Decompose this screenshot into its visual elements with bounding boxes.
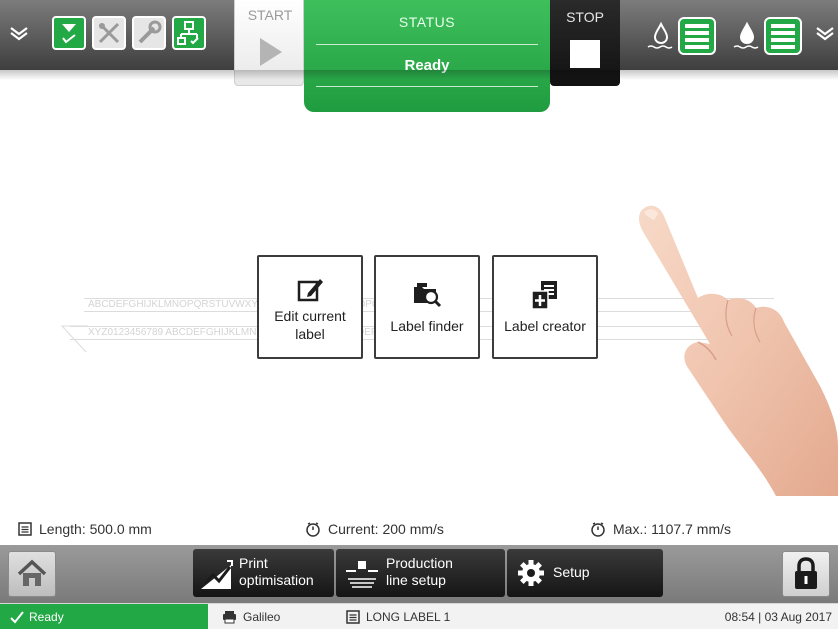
printer-name-text: Galileo bbox=[243, 610, 281, 624]
lock-icon bbox=[795, 557, 817, 589]
printer-icon bbox=[223, 611, 236, 624]
lock-button[interactable] bbox=[782, 551, 830, 597]
edit-current-label-text: Edit current label bbox=[274, 308, 346, 342]
current-label-text: LONG LABEL 1 bbox=[366, 610, 451, 624]
expand-left-chevron-icon[interactable] bbox=[8, 22, 30, 44]
stop-label: STOP bbox=[566, 9, 604, 25]
edit-icon bbox=[259, 275, 361, 303]
label-length-info: Length: 500.0 mm bbox=[18, 518, 152, 540]
jet-status-icon[interactable] bbox=[92, 16, 126, 50]
production-line-setup-button[interactable]: Production line setup bbox=[336, 549, 505, 597]
status-panel: STATUS Ready bbox=[304, 0, 550, 112]
current-speed-info: Current: 200 mm/s bbox=[305, 518, 444, 540]
status-title: STATUS bbox=[398, 14, 456, 30]
label-length-icon bbox=[18, 522, 32, 536]
stop-icon bbox=[570, 40, 600, 68]
status-divider bbox=[316, 86, 538, 87]
status-divider bbox=[316, 44, 538, 45]
edit-current-label-tile[interactable]: Edit current label bbox=[257, 255, 363, 359]
max-speed-text: Max.: 1107.7 mm/s bbox=[613, 521, 732, 537]
printer-home-screen: START STATUS Ready STOP ABCDEFGHIJKLMNOP… bbox=[0, 0, 838, 629]
label-preview-arrow-icon bbox=[60, 325, 88, 353]
ink-level-icon[interactable] bbox=[678, 17, 716, 55]
bottom-nav-bar: Print optimisation Production line setup S… bbox=[0, 545, 838, 603]
current-label-name: LONG LABEL 1 bbox=[346, 604, 450, 629]
service-status-icon[interactable] bbox=[132, 16, 166, 50]
home-button[interactable] bbox=[8, 551, 56, 597]
top-bar-shadow bbox=[0, 70, 838, 80]
label-finder-text: Label finder bbox=[390, 318, 464, 334]
datetime-text: 08:54 | 03 Aug 2017 bbox=[724, 610, 832, 624]
setup-button[interactable]: Setup bbox=[507, 549, 663, 597]
setup-label: Setup bbox=[553, 564, 590, 580]
expand-right-chevron-icon[interactable] bbox=[814, 22, 836, 44]
current-speed-text: Current: 200 mm/s bbox=[328, 521, 444, 537]
makeup-drop-icon bbox=[732, 18, 762, 52]
home-icon bbox=[17, 559, 47, 586]
stopwatch-icon bbox=[591, 522, 605, 537]
label-creator-text: Label creator bbox=[504, 318, 586, 334]
production-line-setup-label: Production line setup bbox=[386, 555, 453, 588]
label-icon bbox=[346, 610, 360, 624]
print-optimisation-label: Print optimisation bbox=[239, 555, 314, 588]
datetime: 08:54 | 03 Aug 2017 bbox=[725, 604, 832, 629]
print-optimisation-button[interactable]: Print optimisation bbox=[193, 549, 334, 597]
max-speed-info: Max.: 1107.7 mm/s bbox=[590, 518, 731, 540]
network-status-icon[interactable] bbox=[172, 16, 206, 50]
play-icon bbox=[260, 38, 282, 66]
ink-drop-icon bbox=[646, 18, 676, 52]
ready-status: Ready bbox=[0, 604, 208, 629]
top-bar: START STATUS Ready STOP bbox=[0, 0, 838, 112]
label-creator-tile[interactable]: Label creator bbox=[492, 255, 598, 359]
touch-hand-image bbox=[639, 205, 838, 496]
status-bar: Ready Galileo LONG LABEL 1 08:54 | 03 Au… bbox=[0, 603, 838, 629]
stopwatch-icon bbox=[306, 522, 320, 537]
label-add-icon bbox=[494, 279, 596, 311]
gear-icon bbox=[518, 560, 544, 586]
print-optimisation-icon bbox=[201, 560, 233, 589]
makeup-level-icon[interactable] bbox=[764, 17, 802, 55]
ready-status-text: Ready bbox=[29, 610, 64, 624]
folder-search-icon bbox=[376, 279, 478, 309]
start-label: START bbox=[247, 7, 293, 23]
label-length-text: Length: 500.0 mm bbox=[39, 521, 152, 537]
printhead-status-icon[interactable] bbox=[52, 16, 86, 50]
production-line-icon bbox=[346, 561, 378, 588]
printer-name: Galileo bbox=[222, 604, 280, 629]
checkmark-icon bbox=[10, 611, 24, 624]
label-finder-tile[interactable]: Label finder bbox=[374, 255, 480, 359]
